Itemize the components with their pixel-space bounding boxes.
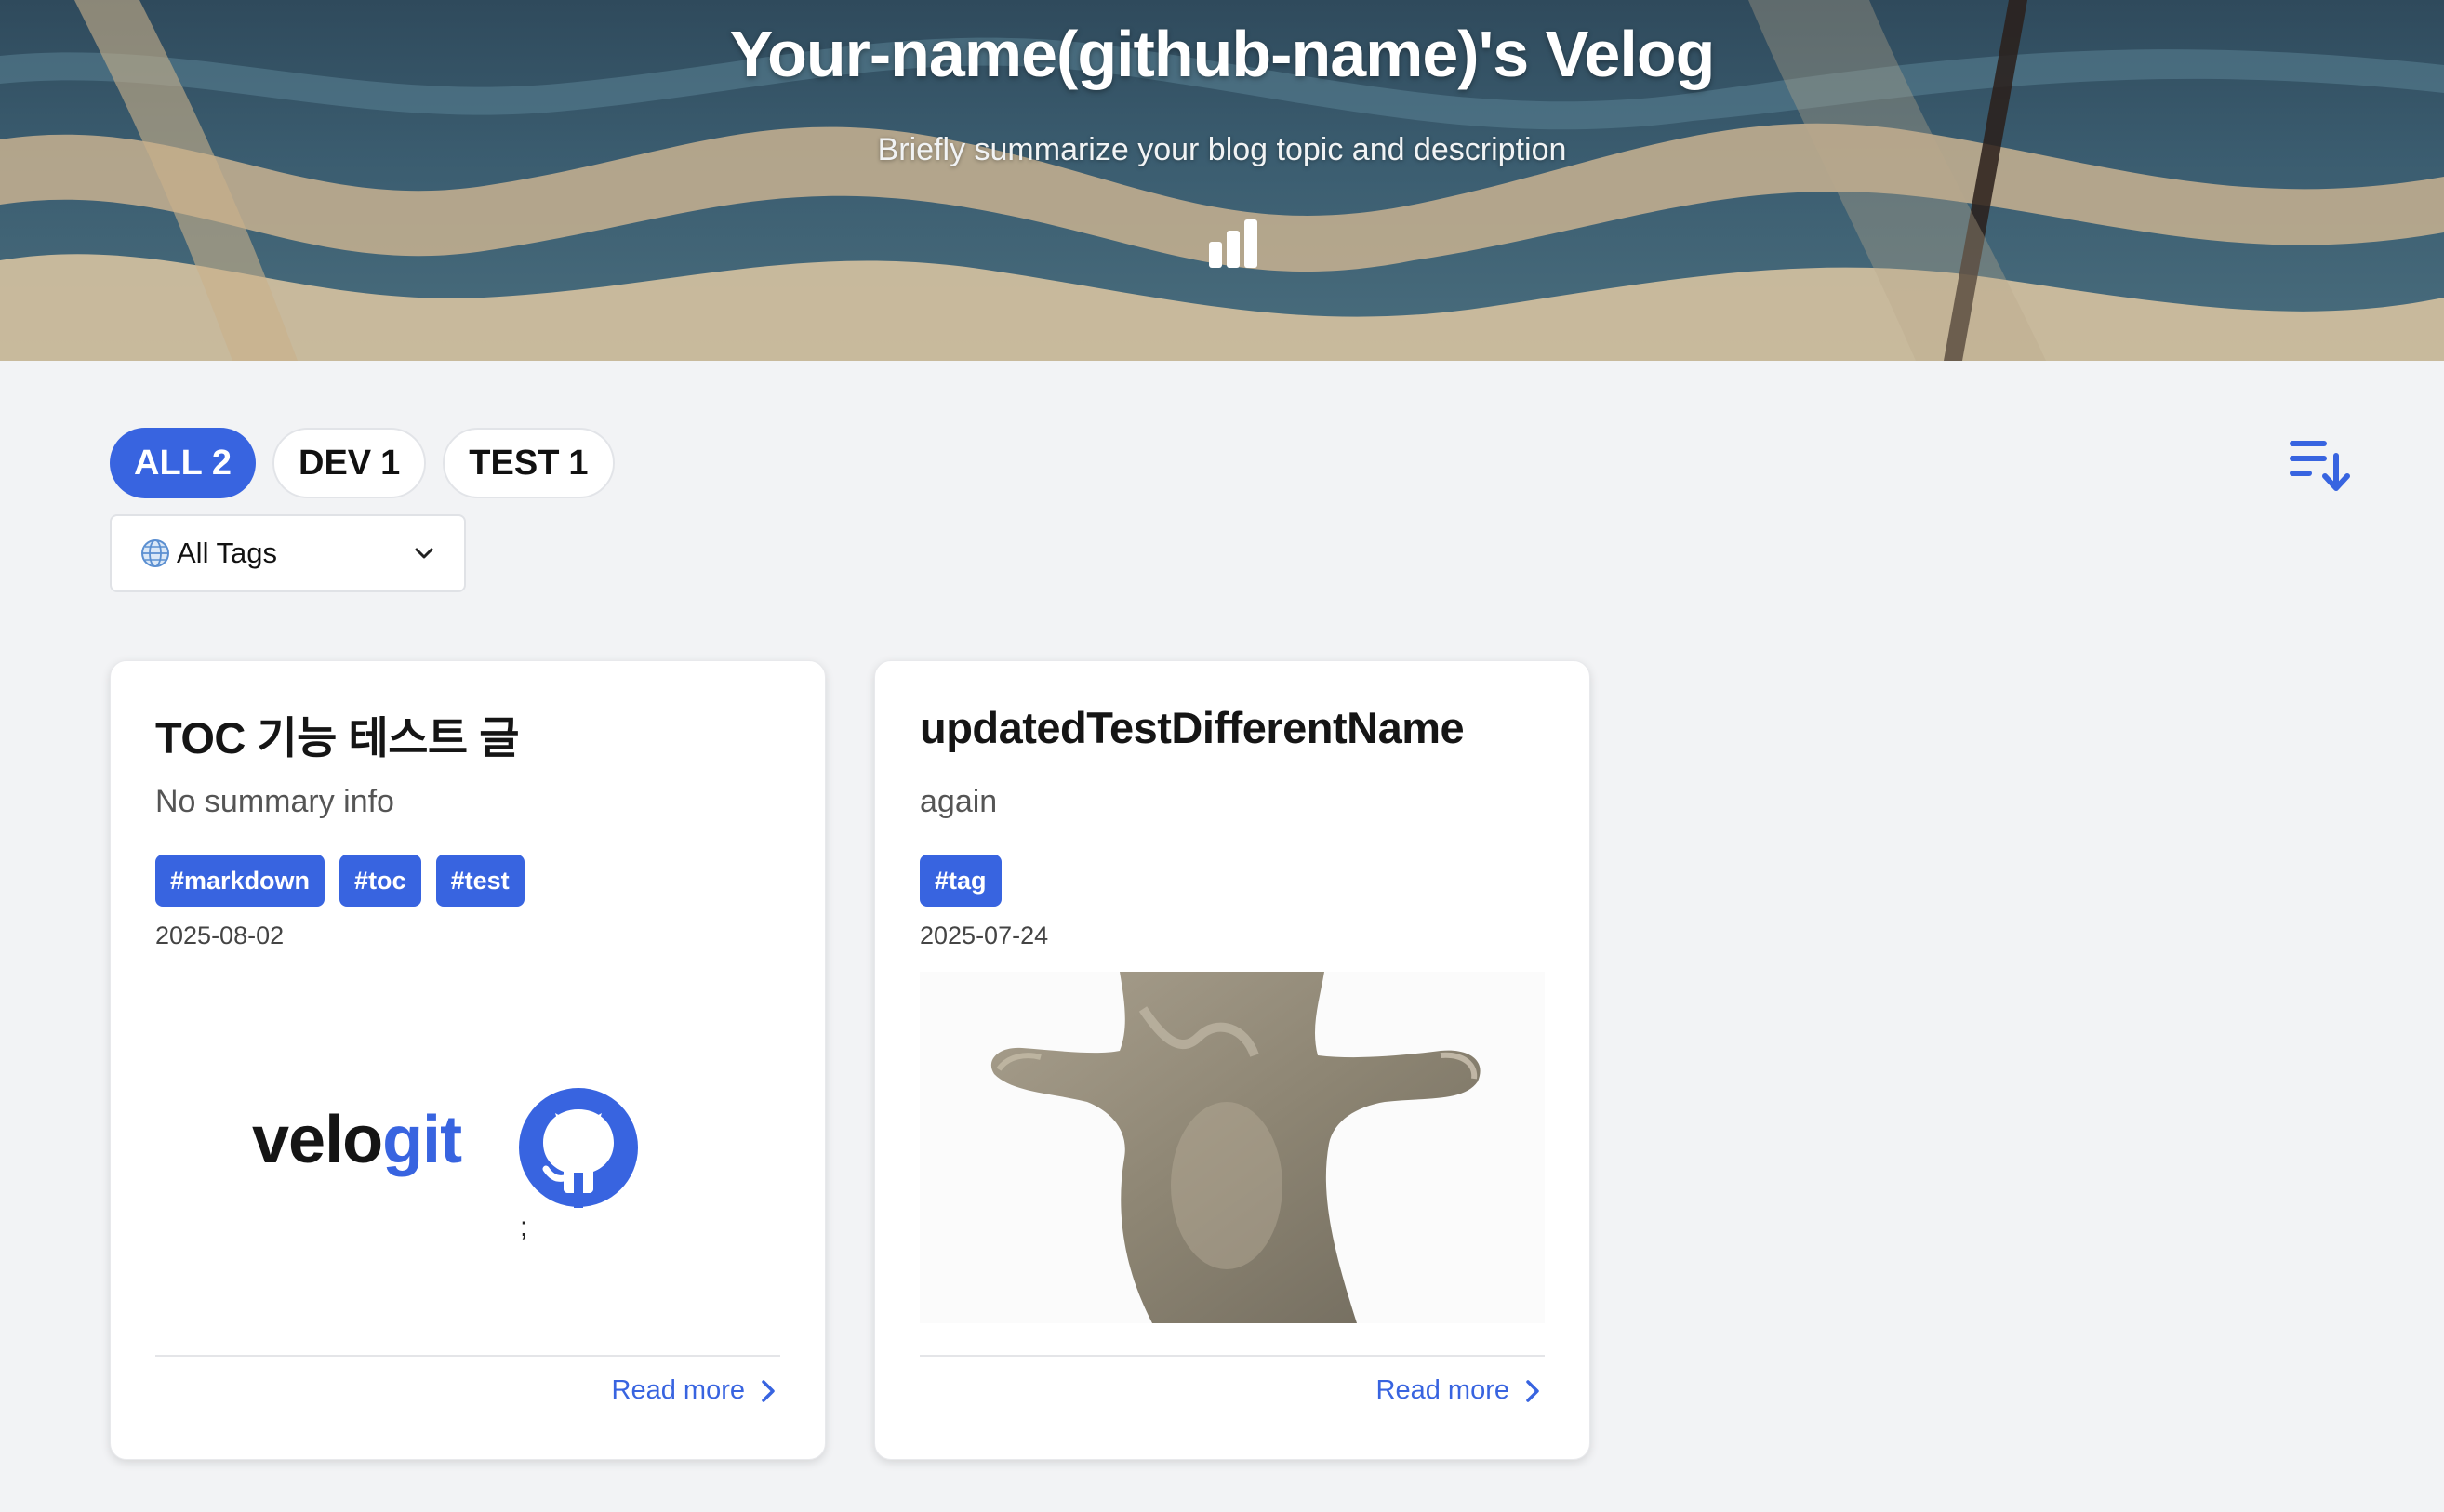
post-tag[interactable]: #markdown [155,855,325,907]
category-name: DEV [299,443,372,483]
post-title[interactable]: updatedTestDifferentName [920,702,1465,753]
post-card[interactable]: updatedTestDifferentName again #tag 2025… [874,660,1590,1460]
github-octocat-icon [519,1088,638,1208]
chevron-right-icon [762,1379,775,1402]
category-pill-test[interactable]: TEST 1 [443,428,615,498]
globe-icon [141,539,169,567]
post-tags: #tag [920,855,1002,907]
chevron-down-icon [415,548,433,559]
category-pill-all[interactable]: ALL 2 [110,428,257,498]
chevron-right-icon [1526,1379,1539,1402]
card-divider [155,1355,780,1357]
post-date: 2025-08-02 [155,922,285,949]
post-summary: again [920,784,998,819]
blog-description: Briefly summarize your blog topic and de… [877,132,1567,167]
post-tag[interactable]: #tag [920,855,1002,907]
card-divider [920,1355,1545,1357]
logo-text-main: velo [252,1103,383,1177]
velogit-logo: velogit ; [155,972,780,1323]
category-name: ALL [134,443,203,483]
post-thumbnail[interactable]: velogit ; [155,972,780,1323]
tag-filter-selected: All Tags [177,537,277,569]
post-summary: No summary info [155,784,394,819]
read-more-label: Read more [611,1375,745,1405]
category-count: 1 [380,443,401,483]
bar-chart-icon[interactable] [1205,218,1261,270]
blog-title: Your-name(github-name)'s Velog [729,18,1716,90]
hero-banner: Your-name(github-name)'s Velog Briefly s… [0,0,2444,361]
post-card[interactable]: TOC 기능 테스트 글 No summary info #markdown #… [110,660,826,1460]
post-date: 2025-07-24 [920,922,1049,949]
post-title[interactable]: TOC 기능 테스트 글 [155,702,519,766]
logo-text-accent: git [382,1103,462,1177]
tag-filter-dropdown[interactable]: All Tags [110,514,466,592]
category-pill-dev[interactable]: DEV 1 [272,428,427,498]
post-thumbnail[interactable] [920,972,1545,1323]
read-more-link[interactable]: Read more [612,1375,778,1406]
read-more-link[interactable]: Read more [1376,1375,1543,1406]
category-count: 1 [568,443,589,483]
category-name: TEST [469,443,560,483]
category-count: 2 [211,443,232,483]
logo-wordmark: velogit [252,1102,462,1178]
logo-caption: ; [520,1212,528,1242]
post-tags: #markdown #toc #test [155,855,525,907]
post-tag[interactable]: #test [435,855,525,907]
category-filter: ALL 2 DEV 1 TEST 1 [110,428,615,498]
sort-descending-icon[interactable] [2288,435,2351,493]
read-more-label: Read more [1375,1375,1509,1405]
post-tag[interactable]: #toc [339,855,421,907]
cat-photo-image [990,972,1481,1323]
